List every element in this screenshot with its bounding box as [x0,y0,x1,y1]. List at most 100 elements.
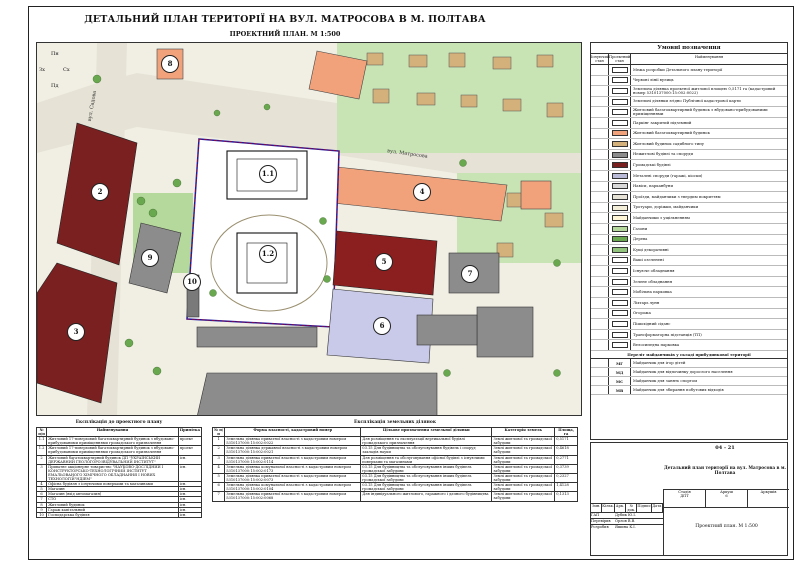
stamp-role-row: Перевірив Орлов В.В. [591,518,663,524]
table-cell: Для розміщення та обслуговування офісної… [360,454,493,465]
compass-west: Зх [39,67,45,73]
legend-symbol-cell [609,202,631,213]
drawing-sheet: ДЕТАЛЬНИЙ ПЛАН ТЕРИТОРІЇ НА ВУЛ. МАТРОСО… [0,0,800,565]
legend-label: Кущі декоративні [633,246,669,252]
legend-existing-cell [591,329,609,340]
legend-item: Житловий будинок садибного типу [591,139,787,150]
legend-item: Огорожа [591,308,787,320]
site-plan-svg [37,43,581,415]
legend-label: Трансформаторна підстанція (ТП) [633,331,702,337]
building-south [197,372,438,415]
legend-existing-cell [591,377,609,386]
legend-existing-cell [591,65,609,75]
table-cell: 0,4618 [554,445,578,456]
stamp-header-cell: № док. [626,504,638,512]
legend-symbol-cell [609,139,631,149]
buildings-table-caption: Експлікація до проектного плану [75,420,163,425]
legend-symbol-cell [609,287,631,298]
legend-existing-cell [591,234,609,245]
stamp-role-row: ГАП Дубик Ю.І. [591,512,663,518]
table-cell: Житловий 17-поверховий багатоквартирний … [46,436,179,447]
block-label-5: 5 [375,253,393,271]
table-header: Найменування [46,426,179,438]
legend-swatch [611,289,628,296]
legend-item: Земельна ділянка проектної житлової площ… [591,86,787,97]
block-label-2: 2 [91,183,109,201]
legend-section-title: Переліт майданчиків у складі прибудинков… [591,351,787,360]
legend-label: Житловий будинок садибного типу [633,140,705,146]
table-cell: 1.2 [35,445,48,456]
land-table: № п/п Форма власності, кадастровий номер Ц… [211,426,578,502]
legend-label: Навіси, парканбуни [633,183,673,189]
legend-existing-cell [591,308,609,319]
stamp-role: Розробив [591,525,609,529]
table-cell: 6 [211,482,226,493]
legend-swatch [611,331,628,338]
legend-item: Газони [591,223,787,235]
legend-swatch [611,119,628,126]
legend-label: Нежитлові будівлі та споруди [633,151,694,157]
plan-subtitle: ПРОЕКТНИЙ ПЛАН. М 1:500 [229,30,341,38]
block-label-10: 10 [183,273,201,291]
legend-symbol-cell [609,75,631,86]
legend-existing-cell [591,213,609,223]
land-table-caption: Експлікація земельних ділянок [353,420,436,425]
legend-item: Дерева [591,234,787,246]
legend-swatch [611,225,628,232]
stamp-project-title: Детальний план території на вул. Матросо… [664,465,786,475]
legend-existing-cell [591,368,609,377]
table-cell: існ. [177,511,203,518]
legend-item: Пішохідний сіданс [591,319,787,330]
table-cell: 3 [35,463,48,483]
legend-swatch [611,310,628,317]
site-plan-map[interactable]: 1.1 1.2 2 3 4 5 6 7 8 9 10 вул. Матросов… [36,42,582,416]
legend-existing-cell [591,149,609,160]
legend-existing-cell [591,255,609,266]
legend-label: Земельна ділянка проектної житлової площ… [633,85,776,95]
legend-panel: Умовні позначення Існуючий стан Проектни… [590,42,788,440]
legend-symbol-cell [609,308,631,319]
table-cell: 7 [211,491,226,502]
stamp-header-cell: Змн. [591,504,603,512]
legend-item: Межа розробки Детального плану території [591,65,787,76]
stamp-stage-row: Стадія ДПТ Аркуш 6 Аркушів [663,489,789,507]
legend-symbol-cell [609,170,631,181]
block-label-7: 7 [461,265,479,283]
legend-item: Земельні ділянки згідно Публічної кадаст… [591,96,787,108]
legend-existing-cell [591,266,609,276]
building-7b [476,306,534,358]
buildings-table-block: Експлікація до проектного плану № п/п Най… [35,420,203,518]
table-cell: 10 [35,511,48,518]
legend-existing-cell [591,359,609,368]
legend-item: Металеві споруди (гаражі, кіоски) [591,170,787,182]
tables-area: Експлікація до проектного плану № п/п Най… [35,420,582,556]
legend-existing-cell [591,319,609,329]
legend-existing-cell [591,86,609,96]
table-cell: 03.15 Для будівництва та обслуговування … [360,482,493,493]
legend-symbol-cell [609,213,631,223]
stamp-header-cell: Кільк. [602,504,615,512]
legend-swatch [611,87,628,94]
legend-existing-cell [591,287,609,298]
legend-item: Існуюче обладнання [591,266,787,277]
table-cell: 5 [211,472,226,484]
legend-item: Проїзди, майданчики з твердим покриттям [591,192,787,203]
legend-col-name: Найменування [694,55,724,59]
stamp-name: Яшина К.І. [615,525,636,529]
block-label-1-2: 1.2 [259,245,277,263]
legend-label: Проїзди, майданчики з твердим покриттям [633,193,721,199]
legend-label: Паркінг закритий підземний [633,119,692,125]
legend-existing-cell [591,386,609,395]
table-cell: Землі житлової та громадської забудови [491,491,556,502]
legend-swatch [611,193,628,200]
legend-item: Кущі декоративні [591,245,787,256]
legend-playground-item: МВ Майданчик для збирання побутових відхо… [591,386,787,396]
stamp-sheet: Аркуш 6 [706,490,748,507]
legend-item: Трансформаторна підстанція (ТП) [591,329,787,341]
table-row: 1.1 Житловий 17-поверховий багатоквартирн… [35,436,203,447]
table-row: 3 Земельна ділянка приватної власності з … [211,454,578,465]
table-cell: 1 [211,436,226,447]
legend-label: Межа розробки Детального плану території [633,66,723,72]
legend-item: Червоні лінії вулиць [591,75,787,87]
table-cell: Земельна ділянка приватної власності з к… [224,472,362,484]
